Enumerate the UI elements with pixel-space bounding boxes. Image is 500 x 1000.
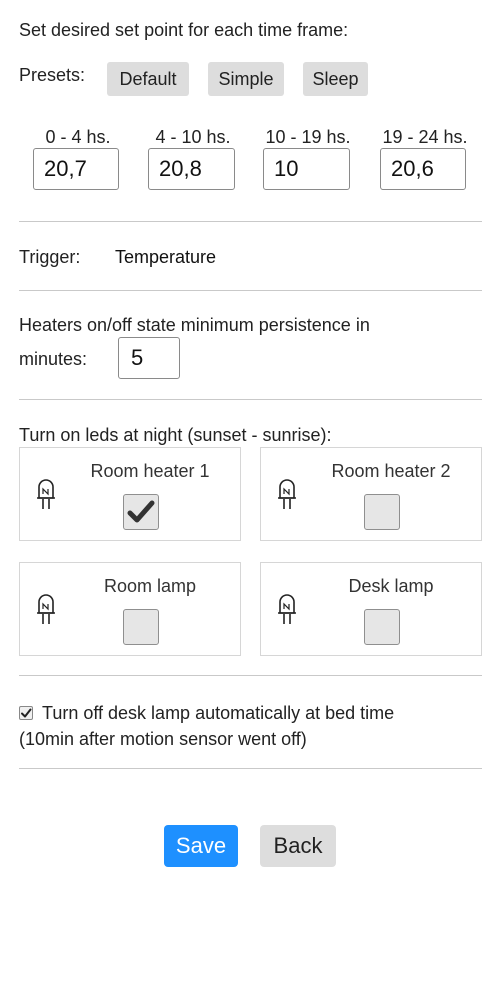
led-card-name: Room heater 2 bbox=[331, 461, 451, 481]
desk-lamp-auto-off-checkbox[interactable] bbox=[19, 706, 33, 720]
save-button[interactable]: Save bbox=[164, 825, 238, 867]
led-card-name: Room lamp bbox=[103, 576, 197, 596]
led-checkbox-desk-lamp[interactable] bbox=[364, 609, 400, 645]
divider bbox=[19, 221, 482, 222]
led-checkbox-room-lamp[interactable] bbox=[123, 609, 159, 645]
preset-default-button[interactable]: Default bbox=[107, 62, 189, 96]
led-icon bbox=[276, 591, 298, 627]
time-frame-label: 10 - 19 hs. bbox=[265, 127, 351, 147]
led-card-room-heater-2: Room heater 2 bbox=[260, 447, 482, 541]
leds-section-title: Turn on leds at night (sunset - sunrise)… bbox=[19, 425, 332, 445]
led-card-room-lamp: Room lamp bbox=[19, 562, 241, 656]
persistence-minutes-input[interactable] bbox=[118, 337, 180, 379]
time-frame-label: 4 - 10 hs. bbox=[155, 127, 231, 147]
led-card-desk-lamp: Desk lamp bbox=[260, 562, 482, 656]
time-frame-0-4: 0 - 4 hs. bbox=[33, 126, 123, 190]
back-button[interactable]: Back bbox=[260, 825, 336, 867]
checkmark-icon bbox=[21, 708, 32, 718]
trigger-label: Trigger: bbox=[19, 247, 81, 267]
setpoint-input-4-10[interactable] bbox=[148, 148, 235, 190]
page-heading: Set desired set point for each time fram… bbox=[19, 20, 349, 40]
time-frame-10-19: 10 - 19 hs. bbox=[263, 126, 353, 190]
desk-lamp-auto-off-detail: (10min after motion sensor went off) bbox=[19, 729, 307, 749]
led-checkbox-room-heater-1[interactable] bbox=[123, 494, 159, 530]
persistence-label: Heaters on/off state minimum persistence… bbox=[19, 315, 370, 335]
persistence-label-unit: minutes: bbox=[19, 349, 88, 369]
led-checkbox-room-heater-2[interactable] bbox=[364, 494, 400, 530]
led-card-name: Room heater 1 bbox=[90, 461, 210, 481]
divider bbox=[19, 399, 482, 400]
preset-simple-button[interactable]: Simple bbox=[208, 62, 284, 96]
time-frame-4-10: 4 - 10 hs. bbox=[148, 126, 238, 190]
led-card-name: Desk lamp bbox=[348, 576, 434, 596]
divider bbox=[19, 675, 482, 676]
time-frame-19-24: 19 - 24 hs. bbox=[380, 126, 470, 190]
divider bbox=[19, 768, 482, 769]
preset-sleep-button[interactable]: Sleep bbox=[303, 62, 368, 96]
setpoint-input-0-4[interactable] bbox=[33, 148, 119, 190]
time-frame-label: 0 - 4 hs. bbox=[45, 127, 111, 147]
presets-row: Presets: Default Simple Sleep bbox=[19, 62, 482, 96]
led-icon bbox=[35, 476, 57, 512]
led-icon bbox=[35, 591, 57, 627]
setpoint-input-10-19[interactable] bbox=[263, 148, 350, 190]
checkmark-icon bbox=[127, 500, 155, 523]
desk-lamp-auto-off-label: Turn off desk lamp automatically at bed … bbox=[42, 703, 395, 723]
trigger-value[interactable]: Temperature bbox=[115, 247, 216, 268]
presets-label: Presets: bbox=[19, 65, 86, 85]
time-frame-label: 19 - 24 hs. bbox=[382, 127, 468, 147]
setpoint-input-19-24[interactable] bbox=[380, 148, 466, 190]
led-icon bbox=[276, 476, 298, 512]
divider bbox=[19, 290, 482, 291]
led-card-room-heater-1: Room heater 1 bbox=[19, 447, 241, 541]
